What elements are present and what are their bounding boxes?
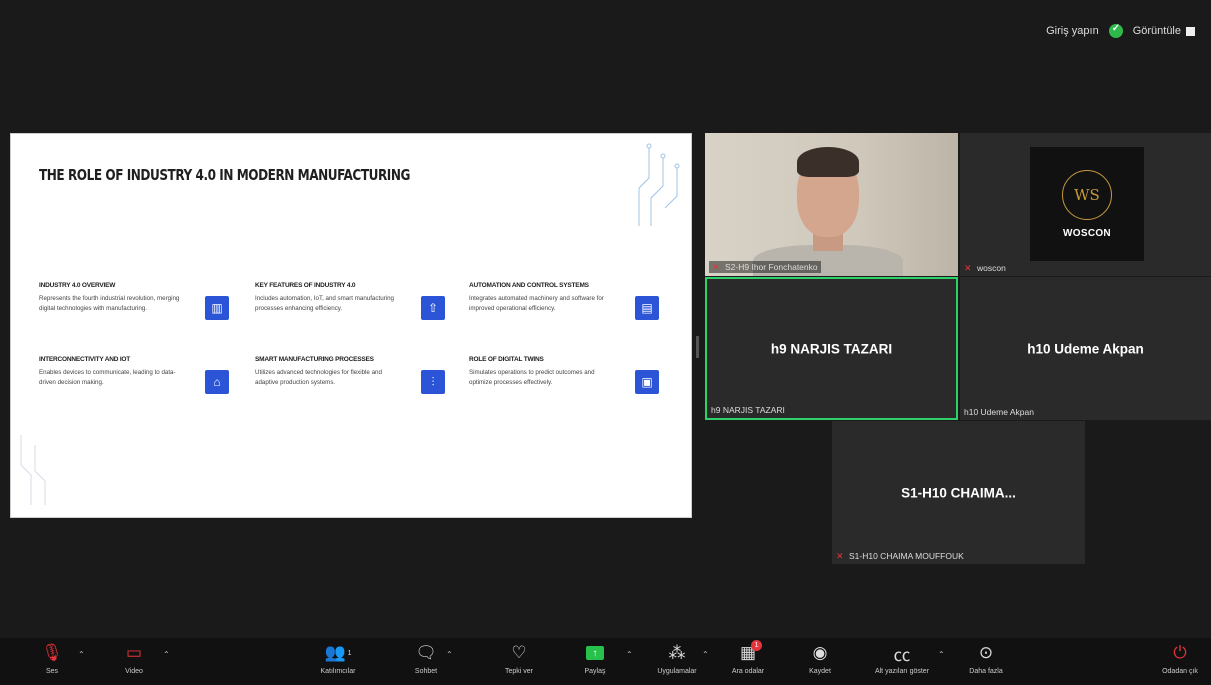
slide-title: THE ROLE OF INDUSTRY 4.0 IN MODERN MANUF… [39,166,410,184]
video-tile-udeme[interactable]: h10 Udeme Akpan h10 Udeme Akpan [960,277,1211,420]
control-system-icon: ▤ [635,296,659,320]
captions-icon: ㏄ [893,645,911,665]
feature-text: Integrates automated machinery and softw… [469,295,604,312]
feature-heading: SMART MANUFACTURING PROCESSES [255,356,374,363]
audio-button[interactable]: 🎙 Ses [22,642,82,675]
mic-muted-icon: ✕ [964,262,972,273]
feature-heading: INDUSTRY 4.0 OVERVIEW [39,282,116,289]
participant-display-name: h10 Udeme Akpan [1027,341,1144,356]
feature-heading: INTERCONNECTIVITY AND IOT [39,356,131,363]
breakout-rooms-icon: ▦ 1 [740,640,763,664]
video-tile-narjis[interactable]: h9 NARJIS TAZARI h9 NARJIS TAZARI [705,277,958,420]
participant-name-label: ✕ S2-H9 Ihor Fonchatenko [709,261,821,273]
feature-heading: AUTOMATION AND CONTROL SYSTEMS [469,282,589,289]
feature-interconnectivity: INTERCONNECTIVITY AND IOT Enables device… [39,356,249,394]
apps-icon: ⁂ [668,643,686,662]
grid-view-icon [1186,26,1195,36]
encryption-shield-icon[interactable] [1108,23,1123,38]
heart-icon: ♡ [511,643,527,662]
chat-options-chevron-icon[interactable]: ⌃ [446,650,453,659]
top-bar: Giriş yapın Görüntüle [0,0,1211,125]
record-icon: ◉ [812,643,828,662]
feature-text: Represents the fourth industrial revolut… [39,295,180,312]
captions-options-chevron-icon[interactable]: ⌃ [938,650,945,659]
mic-muted-icon: ✕ [836,550,844,561]
apps-button[interactable]: ⁂ Uygulamalar [647,642,707,675]
more-button[interactable]: ⊙ Daha fazla [956,642,1016,675]
breakout-badge: 1 [751,640,763,651]
video-tile-ihor[interactable]: ✕ S2-H9 Ihor Fonchatenko [705,133,958,276]
participant-name-label: h10 Udeme Akpan [964,407,1034,417]
chat-icon: 🗨 [415,643,437,662]
view-label: Görüntüle [1132,25,1181,37]
feature-text: Includes automation, IoT, and smart manu… [255,295,394,312]
circuit-decoration-icon [638,143,680,226]
video-options-chevron-icon[interactable]: ⌃ [163,650,170,659]
feature-text: Enables devices to communicate, leading … [39,369,176,386]
breakout-rooms-button[interactable]: ▦ 1 Ara odalar [718,640,778,675]
apps-options-chevron-icon[interactable]: ⌃ [702,650,709,659]
participant-name-label: ✕ S1-H10 CHAIMA MOUFFOUK [836,550,964,561]
leave-icon: ⏻ [1173,643,1187,662]
share-screen-icon: ↑ [586,642,604,664]
share-options-chevron-icon[interactable]: ⌃ [626,650,633,659]
feature-heading: KEY FEATURES OF INDUSTRY 4.0 [255,282,356,289]
factory-arrow-icon: ⇧ [421,296,445,320]
person-hair [797,147,859,177]
participant-name-label: ✕ woscon [964,262,1006,273]
video-tile-woscon[interactable]: WS WOSCON ✕ woscon [960,133,1211,276]
participants-button[interactable]: 👥 1 Katılımcılar [308,642,368,675]
feature-smart-manufacturing: SMART MANUFACTURING PROCESSES Utilizes a… [255,356,465,394]
digital-twin-icon: ▣ [635,370,659,394]
feature-digital-twins: ROLE OF DIGITAL TWINS Simulates operatio… [469,356,679,394]
audio-options-chevron-icon[interactable]: ⌃ [78,650,85,659]
woscon-emblem-icon: WS [1062,169,1112,220]
feature-industry-overview: INDUSTRY 4.0 OVERVIEW Represents the fou… [39,282,249,320]
mic-muted-icon: ✕ [712,261,720,272]
meeting-window: Giriş yapın Görüntüle THE ROLE OF INDUST… [0,0,1211,685]
video-tile-chaima[interactable]: S1-H10 CHAIMA... ✕ S1-H10 CHAIMA MOUFFOU… [832,421,1085,564]
meeting-toolbar: 🎙 Ses ⌃ ▭ Video ⌃ 👥 1 Katılımcılar 🗨 Sohb… [0,638,1211,685]
share-button[interactable]: ↑ Paylaş [565,642,625,675]
feature-heading: ROLE OF DIGITAL TWINS [469,356,544,363]
split-view-resize-handle[interactable] [696,336,699,358]
record-button[interactable]: ◉ Kaydet [790,642,850,675]
production-line-icon: ⫶ [421,370,445,394]
more-icon: ⊙ [978,643,994,662]
circuit-decoration-bottom-icon [20,435,46,505]
participants-count: 1 [347,649,352,657]
factory-icon: ▥ [205,296,229,320]
network-icon: ⌂ [205,370,229,394]
participant-display-name: h9 NARJIS TAZARI [770,341,893,356]
video-button[interactable]: ▭ Video [104,642,164,675]
feature-text: Utilizes advanced technologies for flexi… [255,369,382,386]
woscon-logo: WS WOSCON [1030,147,1144,261]
shared-screen-slide: THE ROLE OF INDUSTRY 4.0 IN MODERN MANUF… [10,133,692,518]
participant-display-name: S1-H10 CHAIMA... [901,485,1016,500]
view-button[interactable]: Görüntüle [1133,25,1195,37]
captions-button[interactable]: ㏄ Alt yazıları göster [872,642,932,676]
feature-text: Simulates operations to predict outcomes… [469,369,595,386]
video-off-icon: ▭ [125,643,143,662]
login-link[interactable]: Giriş yapın [1046,25,1099,37]
top-right-controls: Giriş yapın Görüntüle [1046,23,1195,38]
feature-key-features: KEY FEATURES OF INDUSTRY 4.0 Includes au… [255,282,465,320]
participant-name-label: h9 NARJIS TAZARI [711,405,785,415]
feature-automation: AUTOMATION AND CONTROL SYSTEMS Integrate… [469,282,679,320]
woscon-logo-text: WOSCON [1063,227,1111,239]
leave-meeting-button[interactable]: ⏻ Odadan çık [1150,642,1210,675]
participants-icon: 👥 1 [324,643,352,662]
react-button[interactable]: ♡ Tepki ver [489,642,549,675]
mic-muted-icon: 🎙 [41,643,63,662]
